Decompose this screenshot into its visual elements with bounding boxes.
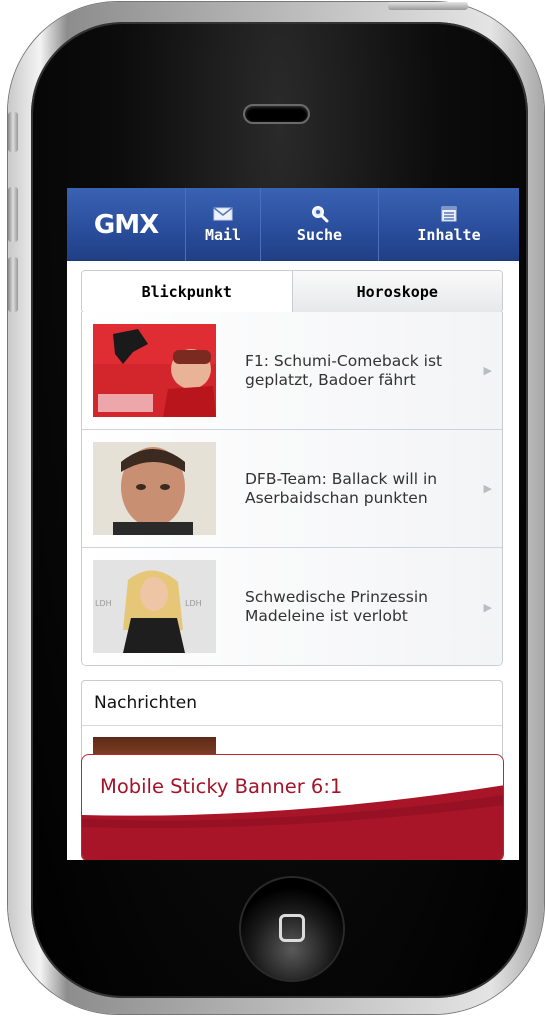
chevron-right-icon: ▶ [483,600,492,614]
news-item[interactable]: F1: Schumi-Comeback ist geplatzt, Badoer… [82,312,502,430]
svg-text:LDH: LDH [185,599,202,608]
home-button[interactable] [241,878,343,980]
nav-search[interactable]: Suche [260,188,378,261]
news-title: Schwedische Prinzessin Madeleine ist ver… [245,588,428,625]
earpiece-speaker [243,104,310,124]
news-item[interactable]: LDH LDH Schwedische Prinzessin Madeleine… [82,548,502,665]
gmx-logo[interactable]: GMX [67,188,185,261]
news-thumbnail-player [93,442,216,535]
volume-down-button [8,257,18,312]
news-thumbnail-driver [93,324,216,417]
nav-mail-label: Mail [204,226,242,244]
power-button [388,2,468,10]
envelope-icon [213,205,233,223]
nav-contents-label: Inhalte [417,226,481,244]
top-navigation-bar: GMX Mail Suche Inhalte [67,188,519,261]
news-list: F1: Schumi-Comeback ist geplatzt, Badoer… [81,312,503,666]
home-square-icon [279,914,305,942]
volume-up-button [8,187,18,242]
search-icon [311,205,329,223]
section-title: Nachrichten [82,681,502,726]
app-screen: GMX Mail Suche Inhalte Blickpunkt Horosk… [67,188,519,860]
nav-mail[interactable]: Mail [185,188,260,261]
svg-text:LDH: LDH [95,599,112,608]
news-title: F1: Schumi-Comeback ist geplatzt, Badoer… [245,351,443,389]
banner-text: Mobile Sticky Banner 6:1 [100,775,343,798]
tab-horoskope[interactable]: Horoskope [292,271,502,312]
mute-switch [8,112,18,152]
banner-swoosh [82,785,503,860]
nav-search-label: Suche [296,226,343,244]
list-icon [441,205,457,223]
nav-contents[interactable]: Inhalte [378,188,519,261]
news-item[interactable]: DFB-Team: Ballack will in Aserbaidschan … [82,430,502,548]
sticky-banner[interactable]: Mobile Sticky Banner 6:1 [81,754,504,860]
news-title: DFB-Team: Ballack will in Aserbaidschan … [245,469,438,507]
news-thumbnail-princess: LDH LDH [93,560,216,653]
segmented-tabs: Blickpunkt Horoskope [81,270,503,313]
chevron-right-icon: ▶ [483,364,492,377]
tab-blickpunkt[interactable]: Blickpunkt [82,271,293,312]
chevron-right-icon: ▶ [483,482,492,495]
